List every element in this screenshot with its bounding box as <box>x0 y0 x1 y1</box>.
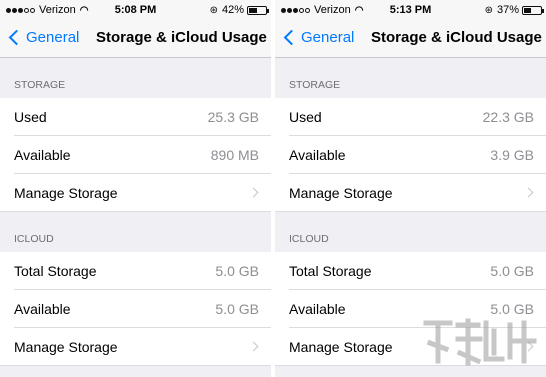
row-label: Used <box>14 109 47 125</box>
status-bar: Verizon ◠ 5:13 PM ⊛ 37% <box>275 0 546 20</box>
section-header-storage: STORAGE <box>0 58 271 98</box>
back-label: General <box>301 29 355 46</box>
battery-percent: 42% <box>221 4 244 16</box>
row-label: Manage Storage <box>289 185 393 201</box>
row-available: Available 890 MB <box>0 136 271 174</box>
row-manage-storage[interactable]: Manage Storage <box>275 174 546 212</box>
battery-fill <box>524 7 531 13</box>
row-total-storage: Total Storage 5.0 GB <box>0 252 271 290</box>
section-header-icloud: ICLOUD <box>275 212 546 252</box>
row-manage-storage[interactable]: Manage Storage <box>0 174 271 212</box>
rotation-lock-icon: ⊛ <box>209 4 218 16</box>
row-label: Manage Storage <box>14 339 118 355</box>
row-used: Used 22.3 GB <box>275 98 546 136</box>
section-header-icloud: ICLOUD <box>0 212 271 252</box>
row-label: Available <box>289 147 346 163</box>
row-value: 5.0 GB <box>215 263 259 279</box>
row-label: Available <box>14 147 71 163</box>
row-value: 5.0 GB <box>215 301 259 317</box>
row-label: Total Storage <box>289 263 372 279</box>
battery-icon <box>247 5 269 15</box>
chevron-right-icon <box>523 187 534 198</box>
status-right: ⊛ 42% <box>209 4 269 16</box>
row-icloud-manage-storage[interactable]: Manage Storage <box>0 328 271 366</box>
row-available: Available 3.9 GB <box>275 136 546 174</box>
battery-percent: 37% <box>496 4 519 16</box>
row-icloud-available: Available 5.0 GB <box>275 290 546 328</box>
navigation-bar: General Storage & iCloud Usage <box>0 20 271 58</box>
row-label: Available <box>14 301 71 317</box>
row-value: 5.0 GB <box>490 301 534 317</box>
row-label: Total Storage <box>14 263 97 279</box>
back-button[interactable]: General <box>283 29 354 46</box>
battery-icon <box>522 5 544 15</box>
row-value: 890 MB <box>210 147 259 163</box>
chevron-right-icon <box>248 341 259 352</box>
row-icloud-manage-storage[interactable]: Manage Storage <box>275 328 546 366</box>
chevron-right-icon <box>248 187 259 198</box>
back-label: General <box>26 29 80 46</box>
battery-fill <box>249 7 257 13</box>
section-title: ICLOUD <box>289 233 329 245</box>
screens-container: Verizon ◠ 5:08 PM ⊛ 42% General Storage … <box>0 0 546 377</box>
row-label: Available <box>289 301 346 317</box>
section-title: ICLOUD <box>14 233 54 245</box>
screen-before: Verizon ◠ 5:08 PM ⊛ 42% General Storage … <box>0 0 271 377</box>
status-bar: Verizon ◠ 5:08 PM ⊛ 42% <box>0 0 271 20</box>
page-title: Storage & iCloud Usage <box>96 29 267 46</box>
row-value: 5.0 GB <box>490 263 534 279</box>
rotation-lock-icon: ⊛ <box>484 4 493 16</box>
status-right: ⊛ 37% <box>484 4 544 16</box>
row-icloud-available: Available 5.0 GB <box>0 290 271 328</box>
navigation-bar: General Storage & iCloud Usage <box>275 20 546 58</box>
row-value: 22.3 GB <box>482 109 534 125</box>
section-title: STORAGE <box>14 79 66 91</box>
screen-after: Verizon ◠ 5:13 PM ⊛ 37% General Storage … <box>275 0 546 377</box>
chevron-right-icon <box>523 341 534 352</box>
section-header-storage: STORAGE <box>275 58 546 98</box>
row-used: Used 25.3 GB <box>0 98 271 136</box>
page-title: Storage & iCloud Usage <box>371 29 542 46</box>
chevron-left-icon <box>8 29 25 46</box>
row-label: Manage Storage <box>14 185 118 201</box>
row-value: 3.9 GB <box>490 147 534 163</box>
back-button[interactable]: General <box>8 29 79 46</box>
row-label: Used <box>289 109 322 125</box>
row-value: 25.3 GB <box>207 109 259 125</box>
row-total-storage: Total Storage 5.0 GB <box>275 252 546 290</box>
row-label: Manage Storage <box>289 339 393 355</box>
chevron-left-icon <box>283 29 300 46</box>
section-title: STORAGE <box>289 79 341 91</box>
